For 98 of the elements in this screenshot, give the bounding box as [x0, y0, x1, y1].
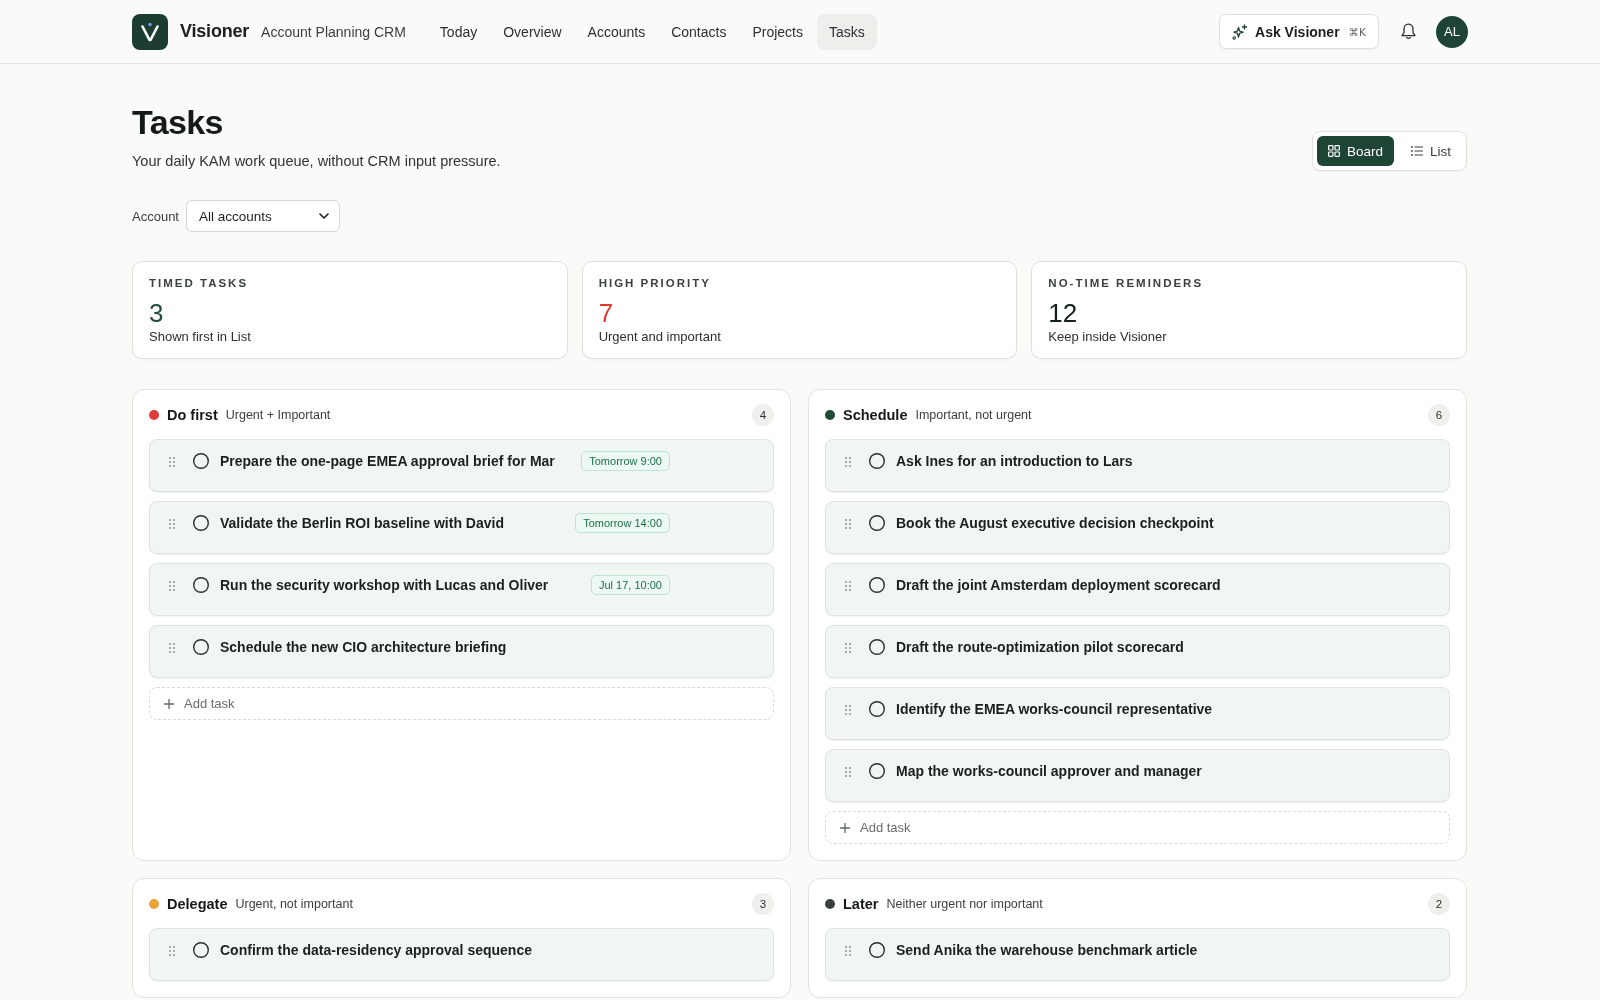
task-title: Send Anika the warehouse benchmark article	[896, 941, 1198, 960]
nav-tab[interactable]: Today	[427, 13, 490, 50]
add-task-button[interactable]: Add task	[149, 687, 774, 720]
view-button[interactable]: Board	[1316, 136, 1394, 166]
quadrant-title: Delegate	[167, 896, 228, 912]
drag-handle-icon[interactable]	[845, 581, 851, 591]
due-time-badge: Tomorrow 14:00	[575, 513, 670, 533]
task-title: Validate the Berlin ROI baseline with David	[220, 514, 504, 533]
task-checkbox[interactable]	[869, 701, 885, 717]
quadrant-title: Do first	[167, 407, 218, 423]
task-card[interactable]: Ask Ines for an introduction to Lars	[825, 439, 1450, 492]
quadrant-subtitle: Neither urgent nor important	[886, 897, 1043, 911]
task-checkbox[interactable]	[869, 577, 885, 593]
brand-name: Visioner	[180, 21, 250, 42]
stat-note: Urgent and important	[598, 329, 722, 345]
task-count: 6	[1428, 404, 1450, 426]
quadrant-subtitle: Urgent, not important	[235, 897, 353, 911]
task-checkbox[interactable]	[193, 942, 209, 958]
drag-handle-icon[interactable]	[845, 767, 851, 777]
drag-handle-icon[interactable]	[845, 946, 851, 956]
task-card[interactable]: Draft the joint Amsterdam deployment scorecard	[825, 563, 1450, 616]
task-card[interactable]: Book the August executive decision checkpoint	[825, 501, 1450, 554]
task-checkbox[interactable]	[193, 577, 209, 593]
drag-handle-icon[interactable]	[845, 705, 851, 715]
account-select[interactable]: All accounts	[186, 200, 340, 232]
user-avatar[interactable]: AL	[1436, 15, 1468, 48]
add-task-button[interactable]: Add task	[825, 811, 1450, 844]
task-card[interactable]: Confirm the data-residency approval sequence	[149, 928, 774, 981]
stat-label: NO-TIME REMINDERS	[1048, 276, 1205, 290]
stat-note: Shown first in List	[149, 329, 252, 345]
task-card[interactable]: Prepare the one-page EMEA approval brief for Mar Tomorrow 9:00	[149, 439, 774, 492]
task-card[interactable]: Schedule the new CIO architecture briefing	[149, 625, 774, 678]
quadrant-title: Later	[843, 896, 879, 912]
drag-handle-icon[interactable]	[169, 519, 175, 529]
task-count: 4	[752, 404, 774, 426]
task-title: Identify the EMEA works-council representative	[896, 700, 1213, 719]
stat-note: Keep inside Visioner	[1048, 329, 1168, 345]
stat-label: HIGH PRIORITY	[598, 276, 712, 290]
nav-tab[interactable]: Tasks	[817, 13, 877, 50]
task-title: Ask Ines for an introduction to Lars	[896, 452, 1133, 471]
quadrant-subtitle: Urgent + Important	[225, 408, 331, 422]
task-title: Run the security workshop with Lucas and Oliver	[220, 576, 549, 595]
plus-icon	[840, 822, 850, 833]
drag-handle-icon[interactable]	[169, 946, 175, 956]
sparkles-icon	[1232, 23, 1249, 40]
task-card[interactable]: Run the security workshop with Lucas and Oliver Jul 17, 10:00	[149, 563, 774, 616]
drag-handle-icon[interactable]	[169, 457, 175, 467]
page-subtitle: Your daily KAM work queue, without CRM input pressure.	[132, 152, 501, 171]
task-card[interactable]: Draft the route-optimization pilot scorecard	[825, 625, 1450, 678]
logo-icon	[132, 13, 168, 50]
nav-tab[interactable]: Overview	[491, 13, 574, 50]
drag-handle-icon[interactable]	[845, 643, 851, 653]
task-count: 2	[1428, 893, 1450, 915]
stat-value: 3	[149, 298, 165, 328]
plus-icon	[164, 698, 174, 709]
page-title: Tasks	[132, 102, 224, 143]
stat-value: 7	[598, 298, 615, 328]
due-time-badge: Tomorrow 9:00	[581, 451, 670, 471]
task-checkbox[interactable]	[869, 763, 885, 779]
due-time-badge: Jul 17, 10:00	[591, 575, 670, 595]
drag-handle-icon[interactable]	[845, 519, 851, 529]
quadrant-title: Schedule	[843, 407, 908, 423]
chevron-down-icon	[319, 213, 329, 219]
filter-label: Account	[132, 208, 179, 224]
drag-handle-icon[interactable]	[169, 581, 175, 591]
task-checkbox[interactable]	[869, 515, 885, 531]
task-card[interactable]: Send Anika the warehouse benchmark article	[825, 928, 1450, 981]
stat-label: TIMED TASKS	[149, 276, 250, 290]
task-title: Draft the route-optimization pilot scorecard	[896, 638, 1184, 657]
task-checkbox[interactable]	[193, 453, 209, 469]
task-title: Map the works-council approver and manager	[896, 762, 1202, 781]
task-count: 3	[752, 893, 774, 915]
task-checkbox[interactable]	[193, 639, 209, 655]
task-checkbox[interactable]	[193, 515, 209, 531]
quadrant-subtitle: Important, not urgent	[915, 408, 1032, 422]
drag-handle-icon[interactable]	[169, 643, 175, 653]
stat-value: 12	[1048, 298, 1079, 328]
task-checkbox[interactable]	[869, 942, 885, 958]
task-card[interactable]: Validate the Berlin ROI baseline with David Tomorrow 14:00	[149, 501, 774, 554]
grid-icon	[1327, 145, 1340, 157]
drag-handle-icon[interactable]	[845, 457, 851, 467]
task-checkbox[interactable]	[869, 453, 885, 469]
nav-tab[interactable]: Contacts	[659, 13, 739, 50]
nav-tab[interactable]: Projects	[740, 13, 815, 50]
task-title: Prepare the one-page EMEA approval brief for Mar	[220, 452, 555, 471]
product-name: Account Planning CRM	[261, 23, 406, 40]
task-card[interactable]: Identify the EMEA works-council representative	[825, 687, 1450, 740]
task-checkbox[interactable]	[869, 639, 885, 655]
task-title: Draft the joint Amsterdam deployment scorecard	[896, 576, 1221, 595]
ask-visioner-button[interactable]: Ask Visioner ⌘K	[1219, 14, 1379, 49]
nav-tab[interactable]: Accounts	[575, 13, 658, 50]
list-icon	[1411, 146, 1423, 156]
bell-icon[interactable]	[1401, 23, 1416, 40]
task-title: Confirm the data-residency approval sequence	[220, 941, 532, 960]
task-title: Book the August executive decision checkpoint	[896, 514, 1214, 533]
view-button[interactable]: List	[1400, 136, 1462, 166]
task-title: Schedule the new CIO architecture briefing	[220, 638, 507, 657]
task-card[interactable]: Map the works-council approver and manager	[825, 749, 1450, 802]
